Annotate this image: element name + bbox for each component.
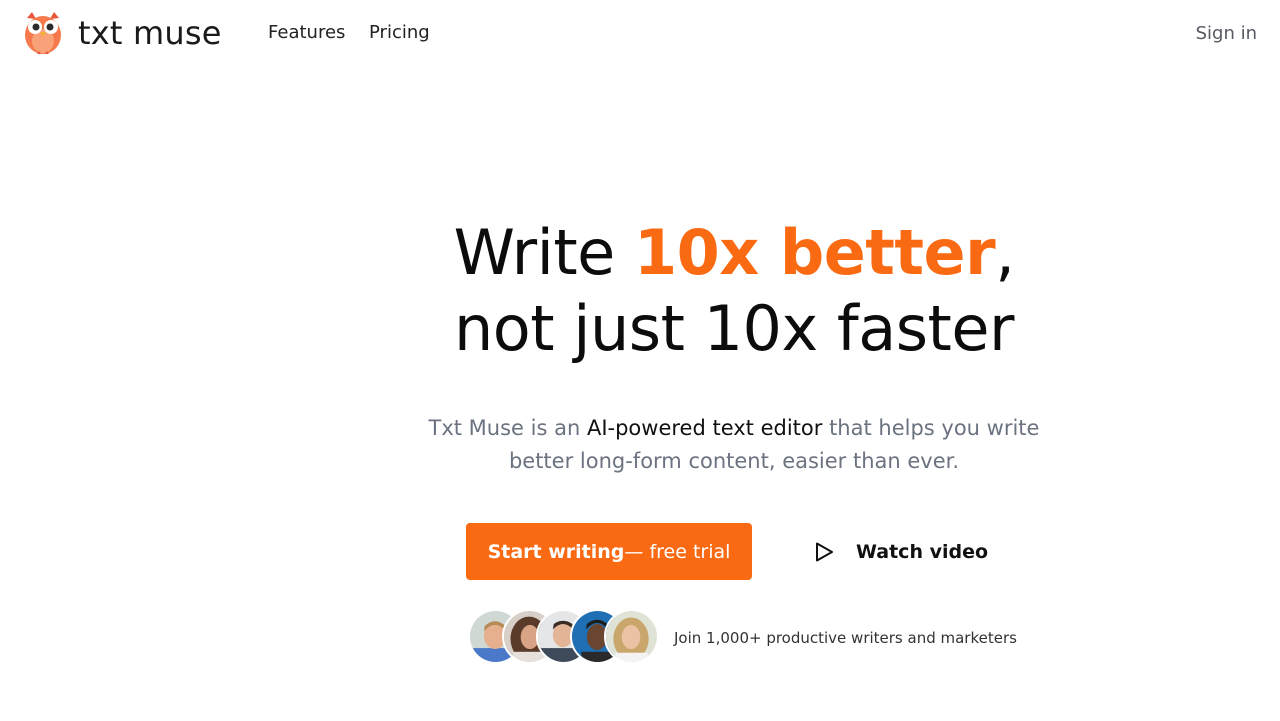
watch-video-label: Watch video bbox=[856, 541, 989, 563]
subtitle-strong: AI-powered text editor bbox=[586, 416, 823, 440]
subtitle-prefix: Txt Muse is an bbox=[428, 416, 587, 440]
start-writing-button[interactable]: Start writing — free trial bbox=[466, 523, 752, 580]
hero-title-accent: 10x better bbox=[634, 216, 996, 289]
social-proof-text: Join 1,000+ productive writers and marke… bbox=[674, 629, 1017, 647]
home-logo-link[interactable]: txt muse bbox=[18, 8, 222, 58]
nav-pricing-link[interactable]: Pricing bbox=[369, 22, 430, 43]
play-icon bbox=[816, 542, 833, 562]
hero-subtitle: Txt Muse is an AI-powered text editor th… bbox=[0, 412, 1280, 478]
hero-subtitle-line-2: better long-form content, easier than ev… bbox=[508, 449, 960, 473]
cta-bold-label: Start writing bbox=[487, 540, 625, 563]
hero-title-prefix: Write bbox=[453, 216, 634, 289]
site-header: txt muse Features Pricing Sign in bbox=[0, 0, 1280, 66]
cta-rest-label: — free trial bbox=[624, 540, 731, 563]
hero-subtitle-line-1: Txt Muse is an AI-powered text editor th… bbox=[0, 412, 1280, 445]
subtitle-suffix: that helps you write bbox=[822, 416, 1040, 440]
hero-title-line-2: not just 10x faster bbox=[454, 292, 1014, 365]
owl-logo-icon bbox=[25, 12, 61, 54]
hero-title: Write 10x better, not just 10x faster bbox=[0, 215, 1280, 367]
avatar-woman-blonde bbox=[604, 609, 659, 664]
avatar-group bbox=[468, 609, 663, 665]
nav-features-link[interactable]: Features bbox=[268, 22, 345, 43]
sign-in-link[interactable]: Sign in bbox=[1196, 23, 1257, 44]
watch-video-button[interactable]: Watch video bbox=[812, 536, 988, 568]
hero-title-suffix: , bbox=[995, 216, 1015, 289]
hero-title-line-1: Write 10x better, bbox=[0, 215, 1280, 291]
brand-name: txt muse bbox=[78, 14, 222, 52]
landing-page: txt muse Features Pricing Sign in Write … bbox=[0, 0, 1280, 721]
